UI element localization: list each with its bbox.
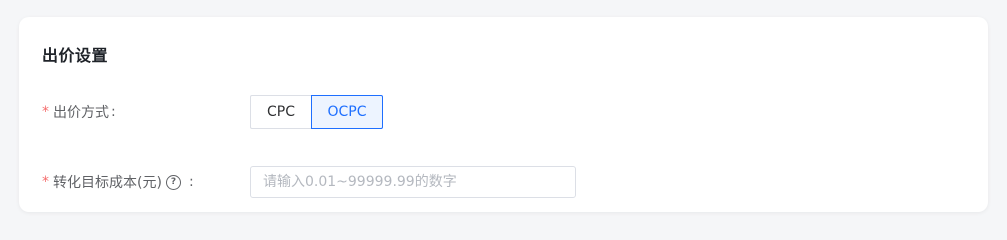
bid-settings-card: 出价设置 * 出价方式 : CPC OCPC * 转化目标成本(元) ? : (19, 17, 988, 212)
label-colon: : (111, 104, 116, 120)
bid-method-label-text: 出价方式 (53, 105, 109, 121)
section-title: 出价设置 (42, 46, 109, 65)
target-cost-label: * 转化目标成本(元) ? : (42, 172, 250, 192)
target-cost-row: * 转化目标成本(元) ? : (42, 165, 576, 199)
option-ocpc-button[interactable]: OCPC (311, 95, 383, 129)
bid-method-segmented: CPC OCPC (250, 95, 383, 129)
required-mark: * (42, 174, 49, 190)
target-cost-label-text: 转化目标成本(元) (53, 175, 162, 191)
required-mark: * (42, 104, 49, 120)
label-colon: : (188, 174, 194, 190)
target-cost-input[interactable] (250, 166, 576, 198)
help-circle-icon[interactable]: ? (165, 174, 181, 190)
bid-method-row: * 出价方式 : CPC OCPC (42, 95, 383, 129)
bid-method-label: * 出价方式 : (42, 102, 250, 122)
option-cpc-button[interactable]: CPC (250, 95, 311, 129)
